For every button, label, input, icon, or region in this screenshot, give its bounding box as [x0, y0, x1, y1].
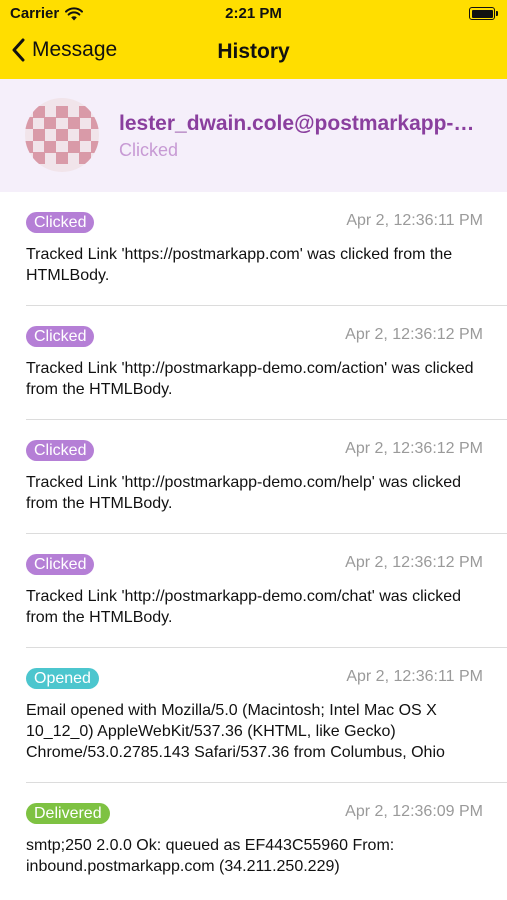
event-message: Tracked Link 'http://postmarkapp-demo.co…: [26, 588, 462, 626]
event-message: Tracked Link 'http://postmarkapp-demo.co…: [26, 360, 474, 398]
list-item[interactable]: Clicked Apr 2, 12:36:12 PM Tracked Link …: [0, 306, 507, 420]
status-badge: Opened: [26, 668, 99, 689]
event-timestamp: Apr 2, 12:36:09 PM: [345, 803, 483, 820]
event-timestamp: Apr 2, 12:36:12 PM: [345, 554, 483, 571]
avatar: [25, 98, 99, 172]
status-bar: Carrier 2:21 PM: [0, 0, 507, 30]
event-timestamp: Apr 2, 12:36:11 PM: [346, 212, 483, 229]
event-timestamp: Apr 2, 12:36:11 PM: [346, 668, 483, 685]
status-badge: Clicked: [26, 440, 95, 461]
recipient-email: lester_dwain.cole@postmarkapp-demo.com: [119, 112, 484, 135]
list-item[interactable]: Clicked Apr 2, 12:36:11 PM Tracked Link …: [0, 192, 507, 306]
list-item[interactable]: Clicked Apr 2, 12:36:12 PM Tracked Link …: [0, 534, 507, 648]
event-message: Tracked Link 'http://postmarkapp-demo.co…: [26, 474, 462, 512]
event-message: Tracked Link 'https://postmarkapp.com' w…: [26, 246, 453, 284]
navigation-bar: Carrier 2:21 PM Message History: [0, 0, 507, 79]
list-item[interactable]: Delivered Apr 2, 12:36:09 PM smtp;250 2.…: [0, 783, 507, 897]
list-item[interactable]: Opened Apr 2, 12:36:11 PM Email opened w…: [0, 648, 507, 783]
status-badge: Clicked: [26, 212, 95, 233]
page-title: History: [217, 40, 290, 63]
identicon-icon: [25, 98, 99, 172]
status-badge: Clicked: [26, 554, 95, 575]
list-item[interactable]: Clicked Apr 2, 12:36:12 PM Tracked Link …: [0, 420, 507, 534]
recipient-header: lester_dwain.cole@postmarkapp-demo.com C…: [0, 79, 507, 192]
battery-icon: [469, 7, 498, 20]
event-timestamp: Apr 2, 12:36:12 PM: [345, 326, 483, 343]
status-badge: Delivered: [26, 803, 110, 824]
event-timestamp: Apr 2, 12:36:12 PM: [345, 440, 483, 457]
status-time: 2:21 PM: [225, 5, 282, 22]
event-message: Email opened with Mozilla/5.0 (Macintosh…: [26, 702, 445, 761]
status-badge: Clicked: [26, 326, 95, 347]
event-list[interactable]: Clicked Apr 2, 12:36:11 PM Tracked Link …: [0, 192, 507, 897]
recipient-status: Clicked: [119, 140, 179, 160]
event-message: smtp;250 2.0.0 Ok: queued as EF443C55960…: [26, 837, 395, 875]
